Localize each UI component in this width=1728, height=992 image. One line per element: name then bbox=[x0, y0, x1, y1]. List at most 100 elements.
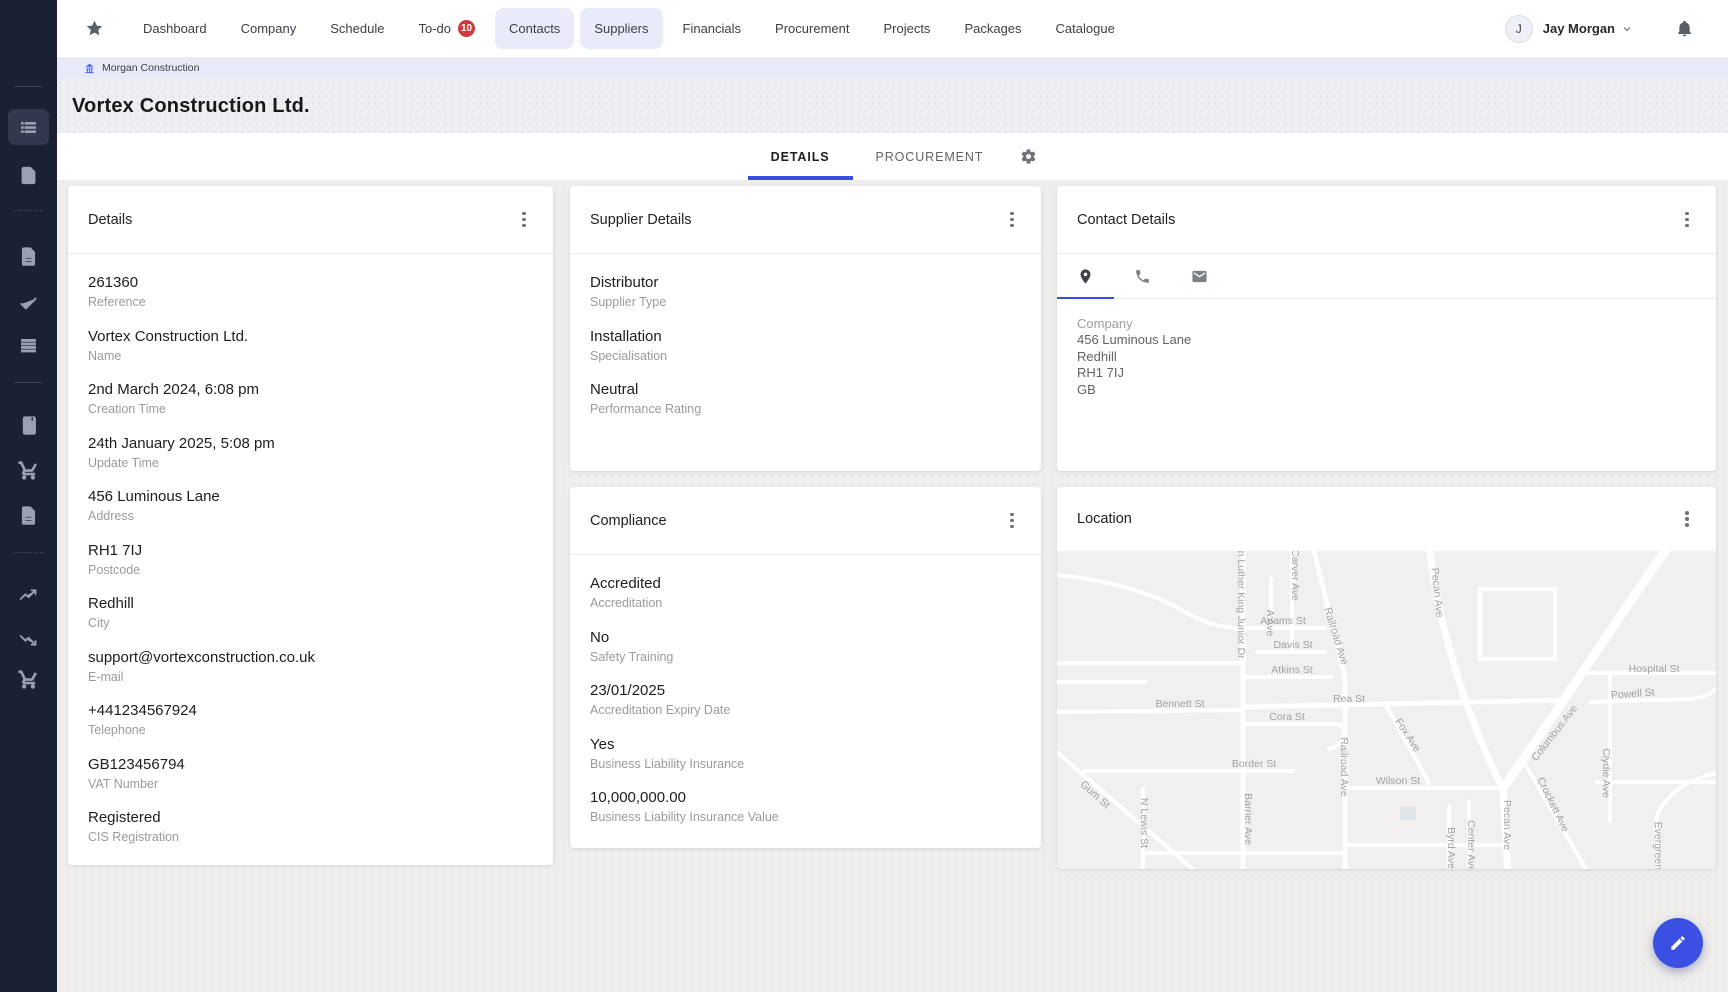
breadcrumb[interactable]: Morgan Construction bbox=[84, 62, 199, 74]
user-menu[interactable]: J Jay Morgan bbox=[1505, 15, 1633, 43]
location-pin-icon bbox=[1077, 268, 1094, 285]
favorite-star-icon[interactable] bbox=[85, 19, 104, 38]
field-value: 2nd March 2024, 6:08 pm bbox=[88, 380, 533, 400]
kebab-menu-icon[interactable] bbox=[515, 209, 533, 231]
field-value: 261360 bbox=[88, 273, 533, 293]
sidebar-item-contact-card-icon[interactable] bbox=[0, 410, 57, 440]
nav-item-packages[interactable]: Packages bbox=[950, 8, 1035, 49]
nav-item-label: Contacts bbox=[509, 21, 560, 36]
sidebar-divider bbox=[14, 86, 43, 87]
nav-right-section: J Jay Morgan bbox=[1505, 15, 1728, 43]
map-street-label: Hospital St bbox=[1629, 663, 1680, 675]
field-label: Business Liability Insurance bbox=[590, 756, 1021, 773]
map-street-label: N Lewis St bbox=[1138, 798, 1150, 848]
sidebar-item-document-icon[interactable] bbox=[0, 241, 57, 271]
field: 23/01/2025Accreditation Expiry Date bbox=[590, 681, 1021, 719]
nav-item-dashboard[interactable]: Dashboard bbox=[129, 8, 221, 49]
contact-address-line: RH1 7IJ bbox=[1077, 365, 1696, 382]
field-value: +441234567924 bbox=[88, 701, 533, 721]
check-icon bbox=[18, 293, 39, 314]
sidebar-item-cart-icon[interactable] bbox=[0, 455, 57, 485]
field-value: No bbox=[590, 628, 1021, 648]
compliance-card-header: Compliance bbox=[570, 487, 1041, 555]
field-label: Address bbox=[88, 508, 533, 525]
nav-item-company[interactable]: Company bbox=[227, 8, 311, 49]
nav-item-label: Projects bbox=[883, 21, 930, 36]
contact-tab-phone[interactable] bbox=[1114, 254, 1171, 298]
field: NeutralPerformance Rating bbox=[590, 380, 1021, 418]
tab-procurement[interactable]: PROCUREMENT bbox=[853, 133, 1007, 180]
field: DistributorSupplier Type bbox=[590, 273, 1021, 311]
field: NoSafety Training bbox=[590, 628, 1021, 666]
map-street-label: Martin Luther King Junior Dr bbox=[1235, 551, 1247, 659]
details-fields: 261360ReferenceVortex Construction Ltd.N… bbox=[68, 254, 553, 846]
field-label: Postcode bbox=[88, 562, 533, 579]
field: +441234567924Telephone bbox=[88, 701, 533, 739]
field-value: 23/01/2025 bbox=[590, 681, 1021, 701]
map-street-label: Barrier Ave bbox=[1242, 793, 1254, 845]
user-name: Jay Morgan bbox=[1543, 21, 1615, 36]
trending-down-icon bbox=[18, 629, 39, 650]
map-street-label: Cora St bbox=[1269, 711, 1305, 723]
kebab-menu-icon[interactable] bbox=[1003, 209, 1021, 231]
contact-channel-tabs bbox=[1057, 254, 1716, 299]
sidebar-item-trending-down-icon[interactable] bbox=[0, 624, 57, 654]
gear-icon[interactable] bbox=[1020, 133, 1037, 180]
nav-item-to-do[interactable]: To-do10 bbox=[404, 8, 489, 49]
kebab-menu-icon[interactable] bbox=[1678, 508, 1696, 530]
sidebar-item-file-upload-icon[interactable] bbox=[0, 160, 57, 190]
map-street-label: Byrd Ave bbox=[1445, 827, 1457, 869]
field: 24th January 2025, 5:08 pmUpdate Time bbox=[88, 434, 533, 472]
nav-item-suppliers[interactable]: Suppliers bbox=[580, 8, 662, 49]
sidebar-item-document-icon[interactable] bbox=[0, 500, 57, 530]
sidebar-item-check-icon[interactable] bbox=[0, 288, 57, 318]
supplier-details-card: Supplier Details DistributorSupplier Typ… bbox=[570, 186, 1041, 471]
notification-bell-icon[interactable] bbox=[1675, 19, 1694, 38]
map-street-label: Bennett St bbox=[1155, 698, 1204, 710]
edit-fab-button[interactable] bbox=[1653, 918, 1703, 968]
trending-up-icon bbox=[18, 585, 39, 606]
contact-details-card-header: Contact Details bbox=[1057, 186, 1716, 254]
field-value: Installation bbox=[590, 327, 1021, 347]
field-value: 456 Luminous Lane bbox=[88, 487, 533, 507]
details-card: Details 261360ReferenceVortex Constructi… bbox=[68, 186, 553, 865]
kebab-menu-icon[interactable] bbox=[1678, 209, 1696, 231]
contact-details-card: Contact Details Company 456 Luminous Lan… bbox=[1057, 186, 1716, 471]
location-map[interactable]: Martin Luther King Junior DrA AveCarver … bbox=[1057, 551, 1716, 869]
field-label: Creation Time bbox=[88, 401, 533, 418]
contact-tab-location-pin[interactable] bbox=[1057, 254, 1114, 298]
field: GB123456794VAT Number bbox=[88, 755, 533, 793]
field: Vortex Construction Ltd.Name bbox=[88, 327, 533, 365]
sidebar-item-trending-up-icon[interactable] bbox=[0, 580, 57, 610]
sidebar-item-cart-icon[interactable] bbox=[0, 664, 57, 694]
nav-item-projects[interactable]: Projects bbox=[869, 8, 944, 49]
compliance-card: Compliance AccreditedAccreditationNoSafe… bbox=[570, 487, 1041, 848]
field-label: CIS Registration bbox=[88, 829, 533, 846]
avatar: J bbox=[1505, 15, 1533, 43]
field: InstallationSpecialisation bbox=[590, 327, 1021, 365]
map-road bbox=[1057, 710, 1243, 712]
field: 456 Luminous LaneAddress bbox=[88, 487, 533, 525]
nav-item-catalogue[interactable]: Catalogue bbox=[1042, 8, 1129, 49]
nav-item-financials[interactable]: Financials bbox=[669, 8, 756, 49]
tab-details[interactable]: DETAILS bbox=[748, 133, 853, 180]
field-value: RH1 7IJ bbox=[88, 541, 533, 561]
contact-tab-mail[interactable] bbox=[1171, 254, 1228, 298]
field-label: E-mail bbox=[88, 669, 533, 686]
nav-item-schedule[interactable]: Schedule bbox=[316, 8, 398, 49]
sidebar-item-rows-icon[interactable] bbox=[0, 330, 57, 360]
nav-item-procurement[interactable]: Procurement bbox=[761, 8, 863, 49]
breadcrumb-bar: Morgan Construction bbox=[57, 57, 1728, 79]
nav-item-label: Suppliers bbox=[594, 21, 648, 36]
field-value: Redhill bbox=[88, 594, 533, 614]
map-street-label: Clydie Ave bbox=[1600, 748, 1612, 798]
field: RegisteredCIS Registration bbox=[88, 808, 533, 846]
sidebar-item-list-icon[interactable] bbox=[8, 109, 49, 145]
page-title: Vortex Construction Ltd. bbox=[72, 95, 310, 118]
sidebar-divider bbox=[14, 210, 43, 211]
map-canvas: Martin Luther King Junior DrA AveCarver … bbox=[1057, 551, 1716, 869]
kebab-menu-icon[interactable] bbox=[1003, 510, 1021, 532]
nav-item-contacts[interactable]: Contacts bbox=[495, 8, 574, 49]
field: 2nd March 2024, 6:08 pmCreation Time bbox=[88, 380, 533, 418]
map-street-label: Carver Ave bbox=[1289, 551, 1301, 601]
